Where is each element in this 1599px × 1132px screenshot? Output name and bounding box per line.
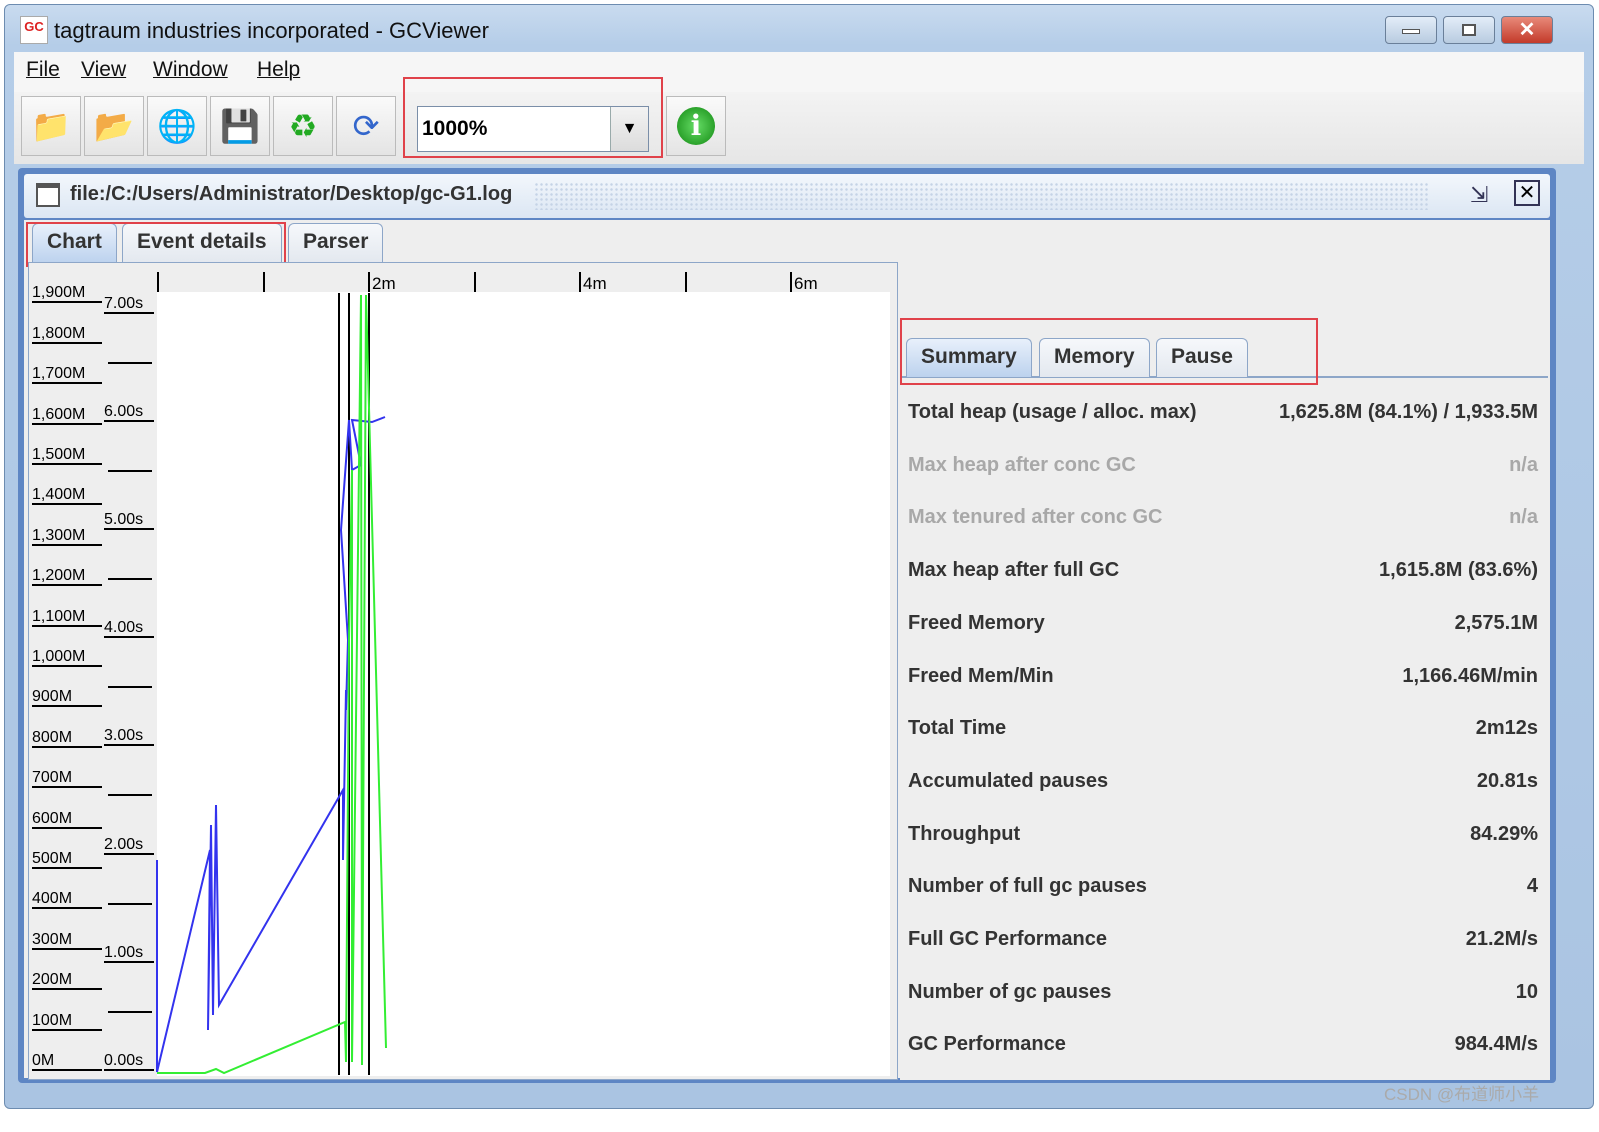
summary-value: n/a <box>1509 453 1538 476</box>
summary-value: 20.81s <box>1476 769 1538 792</box>
summary-label: Freed Mem/Min <box>908 664 1054 687</box>
summary-value: 21.2M/s <box>1465 928 1538 950</box>
summary-row: Full GC Performance 21.2M/s <box>908 928 1538 951</box>
summary-value: n/a <box>1509 506 1538 529</box>
summary-row: GC Performance 984.4M/s <box>908 1033 1538 1056</box>
summary-label: Max tenured after conc GC <box>908 506 1163 529</box>
summary-row: Accumulated pauses 20.81s <box>908 770 1538 793</box>
summary-label: Total heap (usage / alloc. max) <box>908 401 1197 423</box>
summary-label: Number of gc pauses <box>908 980 1112 1003</box>
highlight-box <box>900 318 1318 385</box>
summary-row: Max heap after full GC 1,615.8M (83.6%) <box>908 559 1538 582</box>
summary-row: Max heap after conc GC n/a <box>908 454 1538 477</box>
summary-row: Freed Mem/Min 1,166.46M/min <box>908 665 1538 688</box>
summary-label: Total Time <box>908 717 1007 740</box>
summary-label: Accumulated pauses <box>908 769 1109 792</box>
summary-value: 4 <box>1526 875 1538 898</box>
summary-row: Total Time 2m12s <box>908 717 1538 740</box>
summary-row: Throughput 84.29% <box>908 823 1538 846</box>
summary-row: Total heap (usage / alloc. max) 1,625.8M … <box>908 401 1538 424</box>
summary-value: 2m12s <box>1475 717 1538 740</box>
summary-value: 1,625.8M (84.1%) / 1,933.5M <box>1278 401 1538 423</box>
summary-value: 10 <box>1515 980 1538 1003</box>
summary-value: 1,166.46M/min <box>1402 664 1538 687</box>
summary-value: 1,615.8M (83.6%) <box>1379 559 1538 582</box>
watermark: CSDN @布道师小羊 <box>1384 1085 1540 1104</box>
summary-label: Full GC Performance <box>908 928 1107 950</box>
summary-label: Throughput <box>908 822 1021 845</box>
summary-label: Freed Memory <box>908 611 1045 634</box>
summary-row: Freed Memory 2,575.1M <box>908 612 1538 635</box>
summary-row: Number of full gc pauses 4 <box>908 875 1538 898</box>
summary-row: Number of gc pauses 10 <box>908 981 1538 1004</box>
summary-label: Max heap after full GC <box>908 559 1120 582</box>
summary-row: Max tenured after conc GC n/a <box>908 506 1538 529</box>
gc-line <box>157 294 387 1075</box>
summary-label: Max heap after conc GC <box>908 453 1136 476</box>
summary-value: 2,575.1M <box>1454 611 1538 634</box>
summary-label: GC Performance <box>908 1033 1066 1056</box>
summary-value: 984.4M/s <box>1454 1033 1538 1056</box>
summary-value: 84.29% <box>1470 822 1538 845</box>
summary-label: Number of full gc pauses <box>908 875 1147 898</box>
